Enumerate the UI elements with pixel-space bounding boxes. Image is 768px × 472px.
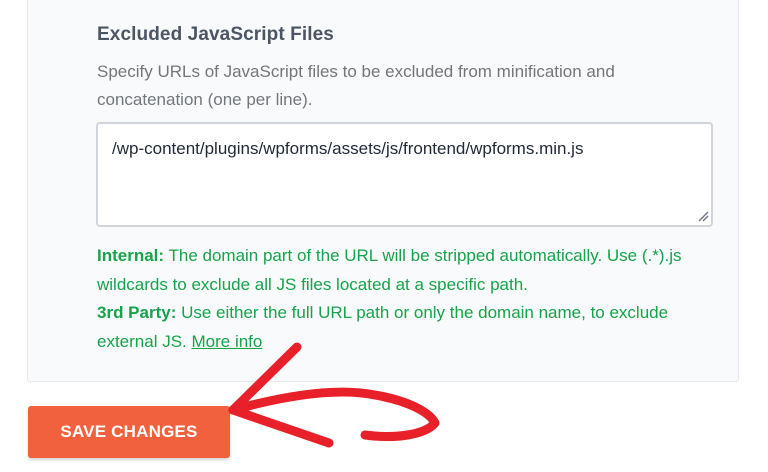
excluded-js-field-wrapper: /wp-content/plugins/wpforms/assets/js/fr… [96,122,713,227]
internal-label: Internal: [97,246,165,265]
third-party-description: Use either the full URL path or only the… [97,303,669,351]
excluded-js-textarea[interactable]: /wp-content/plugins/wpforms/assets/js/fr… [96,122,713,227]
third-party-label: 3rd Party: [97,303,177,322]
field-title: Excluded JavaScript Files [97,24,334,45]
settings-page: Excluded JavaScript Files Specify URLs o… [0,0,768,472]
help-text: Internal: The domain part of the URL wil… [97,242,727,356]
save-changes-button[interactable]: SAVE CHANGES [28,406,230,458]
internal-description: The domain part of the URL will be strip… [97,246,682,294]
field-description: Specify URLs of JavaScript files to be e… [97,62,615,109]
more-info-link[interactable]: More info [192,332,263,351]
resize-handle-icon[interactable] [697,210,709,222]
